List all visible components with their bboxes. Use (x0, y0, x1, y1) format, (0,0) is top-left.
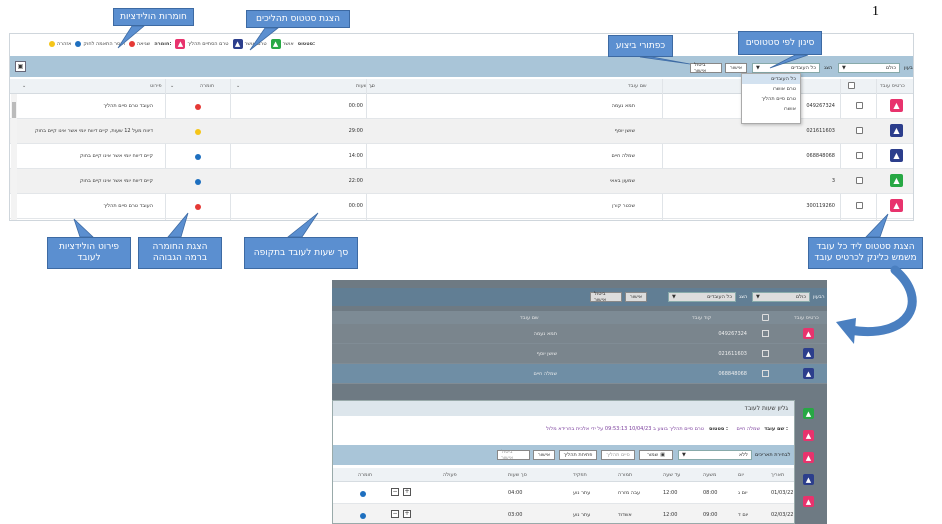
s2-employee-name-cell: תמא נעמה (533, 331, 557, 337)
s2-employee-code-cell: 068848068 (718, 371, 747, 377)
add-row-icon[interactable]: + (403, 510, 411, 518)
chevron-down-icon: ▼ (756, 294, 760, 300)
modal-cell: 03:00 (508, 512, 523, 518)
s2-employee-name-cell: שושן יוסף (536, 351, 557, 357)
modal-cell: 04:00 (508, 490, 523, 496)
modal-col-8[interactable]: חומרה (358, 472, 372, 478)
modal-cell: יום ג (738, 490, 748, 496)
s2-cancel-approve-button[interactable]: ביטול אישור (590, 291, 622, 303)
s2-table-row: ▲ 049267324 תמא נעמה (332, 324, 827, 344)
modal-col-2[interactable]: משעה (703, 472, 716, 478)
modal-cell: 08:00 (703, 490, 718, 496)
s2-year-value: כולם (795, 294, 806, 300)
finish-process-button[interactable]: סיים תהליך (601, 450, 635, 460)
modal-employee-info: שם עובד : שמלה חיים סטטוס : טרם סיים תהל… (333, 423, 794, 437)
s2-approve-button[interactable]: אישור (625, 292, 647, 302)
add-row-icon[interactable]: + (403, 488, 411, 496)
s2-select-all-checkbox[interactable] (762, 314, 769, 321)
modal-col-1[interactable]: יום (738, 472, 744, 478)
modal-toolbar: לבחירת תאריכים ▼ ללא שמור ▣ סיים תהליך פ… (333, 445, 794, 465)
date-filter-value: ללא (738, 452, 748, 458)
s2-status-filter-select[interactable]: ▼ כל העובדים (668, 292, 736, 302)
employee-card-link-icon[interactable]: ▲ (803, 452, 814, 463)
modal-grid-header: תאריך יום משעה עד שעה תמורה תפקיד סך שעות פעולה… (333, 468, 794, 482)
save-label: שמור (647, 452, 659, 458)
s2-row-checkbox[interactable] (762, 330, 769, 337)
date-filter-select[interactable]: ▼ ללא (678, 450, 752, 460)
chevron-down-icon: ▼ (682, 452, 686, 458)
modal-cell: עבה מזרח (618, 490, 641, 496)
save-icon: ▣ (660, 452, 665, 458)
open-process-button[interactable]: פתיחת תהליך (559, 450, 597, 460)
modal-cell: עתר נוע (573, 512, 591, 518)
s2-status-filter-label: הצג (739, 294, 748, 300)
s2-employee-code-cell: 049267324 (718, 331, 747, 337)
employee-card-link-icon[interactable]: ▲ (803, 368, 814, 379)
modal-cell: יום ד (738, 512, 749, 518)
modal-title: גליון שעות לעובד (744, 405, 788, 412)
modal-cell: 12:00 (663, 512, 678, 518)
modal-col-5[interactable]: תפקיד (573, 472, 587, 478)
timesheet-modal: גליון שעות לעובד שם עובד : שמלה חיים סטט… (332, 400, 795, 524)
s2-table-row: ▲ 021611603 שושן יוסף (332, 344, 827, 364)
modal-col-7[interactable]: פעולה (443, 472, 457, 478)
s2-col-employee-name[interactable]: שם עובד (520, 315, 539, 321)
employee-card-link-icon[interactable]: ▲ (803, 496, 814, 507)
modal-table-row: 02/03/22 יום ד 09:00 12:00 אשדוד עתר נוע 03:00… (333, 504, 794, 523)
modal-cell: עתר נוע (573, 490, 591, 496)
chevron-down-icon: ▼ (672, 294, 676, 300)
modal-approve-button[interactable]: אישור (533, 450, 555, 460)
modal-cell: 09:00 (703, 512, 718, 518)
modal-cancel-approve-button[interactable]: ביטול אישור (497, 449, 530, 461)
s2-col-employee-card[interactable]: כרטיס עובד (794, 315, 819, 321)
modal-col-3[interactable]: עד שעה (663, 472, 680, 478)
severity-dot-icon (360, 513, 366, 519)
remove-row-icon[interactable]: − (391, 510, 399, 518)
employee-card-link-icon[interactable]: ▲ (803, 408, 814, 419)
modal-cell: אשדוד (618, 512, 632, 518)
s2-employee-name-cell: שמלה חיים (533, 371, 557, 377)
remove-row-icon[interactable]: − (391, 488, 399, 496)
save-button[interactable]: שמור ▣ (639, 450, 673, 460)
employee-card-link-icon[interactable]: ▲ (803, 348, 814, 359)
s2-row-checkbox[interactable] (762, 370, 769, 377)
employee-card-link-icon[interactable]: ▲ (803, 474, 814, 485)
s2-year-label: רבעון (813, 294, 825, 300)
modal-table-row: 01/03/22 יום ג 08:00 12:00 עבה מזרח עתר נוע 04… (333, 482, 794, 504)
s2-status-filter-value: כל העובדים (707, 294, 732, 300)
modal-cell: 12:00 (663, 490, 678, 496)
modal-titlebar: גליון שעות לעובד (333, 401, 794, 416)
date-filter-label: לבחירת תאריכים (755, 452, 791, 458)
modal-col-0[interactable]: תאריך (771, 472, 784, 478)
employee-name-value: שמלה חיים (736, 426, 760, 432)
severity-dot-icon (360, 491, 366, 497)
modal-col-4[interactable]: תמורה (618, 472, 632, 478)
modal-cell: 02/03/22 (771, 512, 794, 518)
modal-cell: 01/03/22 (771, 490, 794, 496)
s2-table-row: ▲ 068848068 שמלה חיים (332, 364, 827, 384)
employee-card-link-icon[interactable]: ▲ (803, 430, 814, 441)
modal-col-6[interactable]: סך שעות (508, 472, 527, 478)
s2-grid-header: כרטיס עובד קוד עובד שם עובד (332, 311, 827, 324)
employee-card-link-icon[interactable]: ▲ (803, 328, 814, 339)
s2-row-checkbox[interactable] (762, 350, 769, 357)
status-label: סטטוס : (708, 426, 728, 432)
s2-year-select[interactable]: ▼ כולם (752, 292, 810, 302)
employee-name-label: שם עובד : (764, 426, 788, 432)
status-text: טרם סיים תהליך בוצע ב 10/04/23 09:53:13 … (546, 426, 704, 432)
s2-employee-code-cell: 021611603 (718, 351, 747, 357)
s2-col-employee-code[interactable]: קוד עובד (692, 315, 711, 321)
